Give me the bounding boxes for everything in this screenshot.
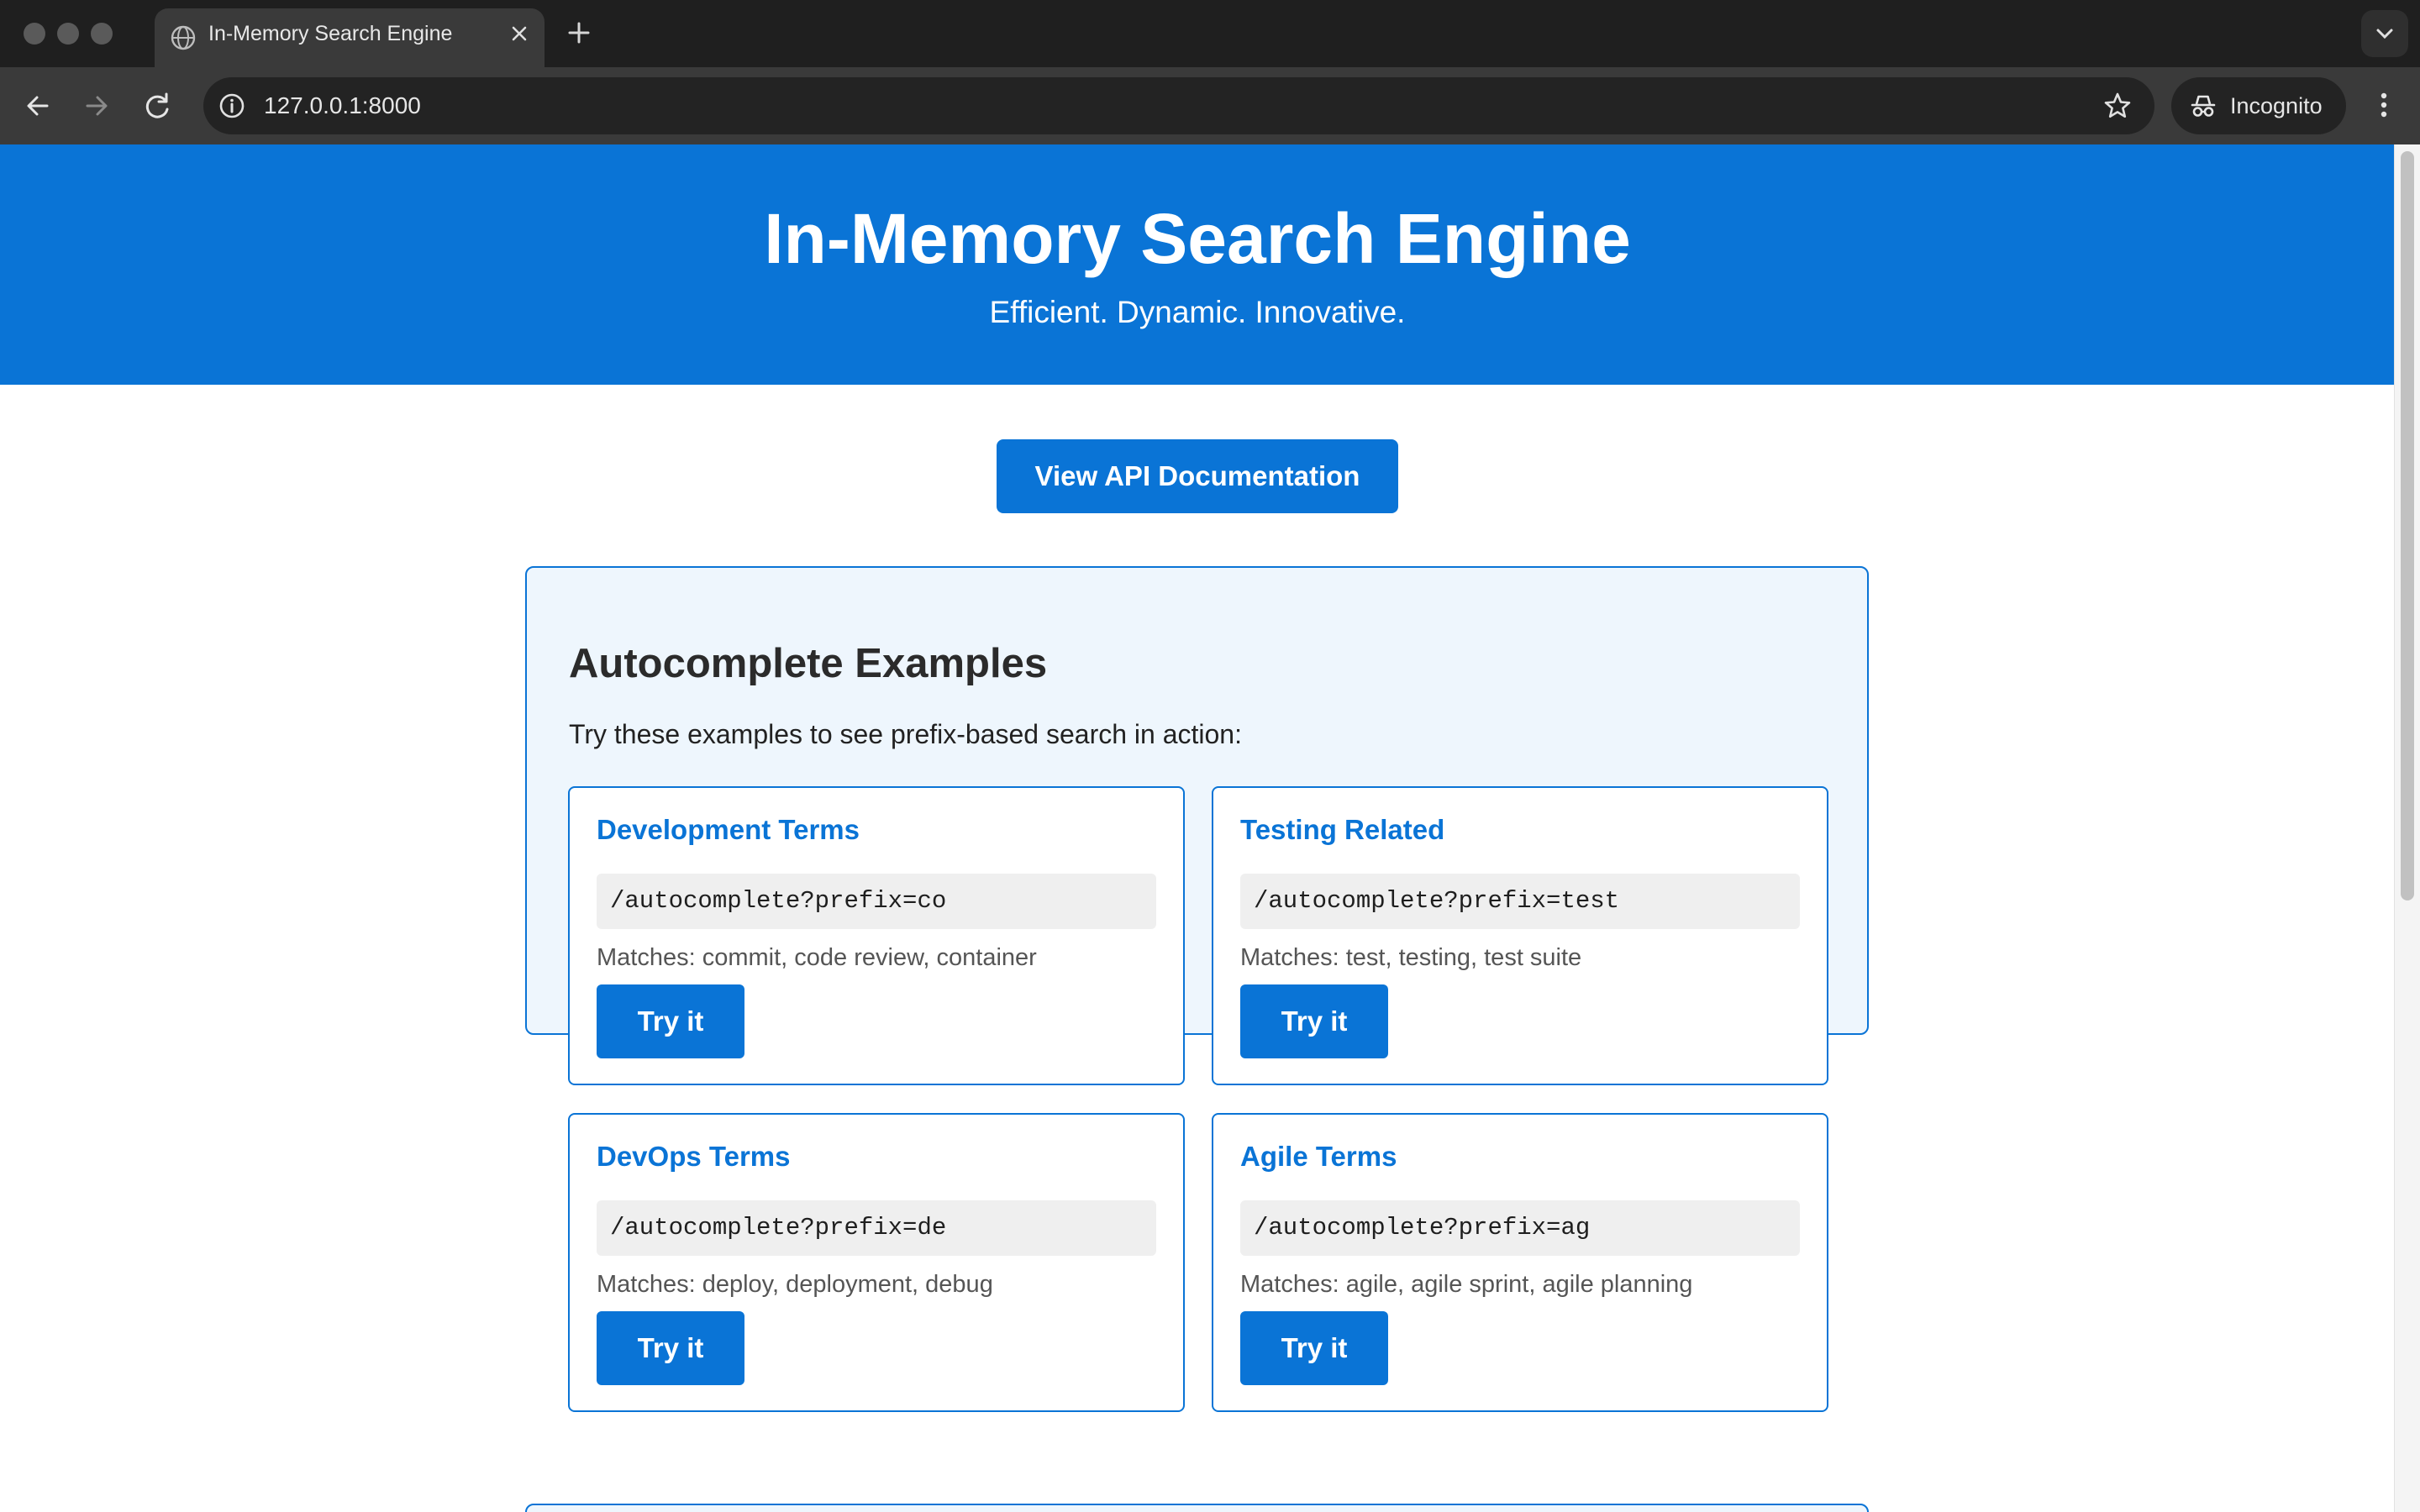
- url-text: 127.0.0.1:8000: [264, 92, 421, 118]
- browser-toolbar: 127.0.0.1:8000 Incognito: [0, 67, 2420, 144]
- scrollbar[interactable]: [2394, 144, 2420, 1512]
- star-icon[interactable]: [2101, 89, 2134, 123]
- try-it-button[interactable]: Try it: [1240, 984, 1388, 1058]
- incognito-badge[interactable]: Incognito: [2171, 77, 2346, 134]
- close-icon[interactable]: [508, 22, 531, 45]
- try-it-button[interactable]: Try it: [1240, 1311, 1388, 1385]
- try-it-button[interactable]: Try it: [597, 1311, 744, 1385]
- chevron-down-icon: [2376, 29, 2393, 39]
- matches-text: Matches: commit, code review, container: [597, 944, 1037, 971]
- card-title: DevOps Terms: [597, 1141, 791, 1172]
- autocomplete-examples-panel: Autocomplete Examples Try these examples…: [525, 566, 1869, 1412]
- card-title: Agile Terms: [1240, 1141, 1397, 1172]
- card-title: Testing Related: [1240, 814, 1445, 845]
- matches-text: Matches: deploy, deployment, debug: [597, 1271, 993, 1298]
- window-minimize-dot[interactable]: [57, 23, 79, 45]
- endpoint-code: /autocomplete?prefix=co: [597, 874, 1156, 929]
- endpoint-code: /autocomplete?prefix=de: [597, 1200, 1156, 1256]
- window-maximize-dot[interactable]: [91, 23, 113, 45]
- section-heading: Autocomplete Examples: [569, 641, 1048, 686]
- info-icon[interactable]: [215, 89, 249, 123]
- scrollbar-thumb[interactable]: [2401, 151, 2414, 900]
- browser-tab-strip: In-Memory Search Engine: [0, 0, 2420, 67]
- page-title: In-Memory Search Engine: [764, 199, 1631, 278]
- window-close-dot[interactable]: [24, 23, 45, 45]
- active-tab[interactable]: In-Memory Search Engine: [155, 8, 544, 67]
- card-title: Development Terms: [597, 814, 860, 845]
- address-bar[interactable]: 127.0.0.1:8000: [203, 77, 2154, 134]
- new-tab-plus-icon[interactable]: [565, 18, 593, 47]
- incognito-icon: [2191, 95, 2216, 117]
- example-card-development: Development Terms /autocomplete?prefix=c…: [568, 786, 1185, 1085]
- example-card-devops: DevOps Terms /autocomplete?prefix=de Mat…: [568, 1113, 1185, 1412]
- page-viewport: In-Memory Search Engine Efficient. Dynam…: [0, 144, 2420, 1512]
- incognito-label: Incognito: [2230, 93, 2323, 118]
- next-section-panel: [525, 1504, 1869, 1512]
- endpoint-code: /autocomplete?prefix=ag: [1240, 1200, 1800, 1256]
- matches-text: Matches: agile, agile sprint, agile plan…: [1240, 1271, 1693, 1298]
- section-intro: Try these examples to see prefix-based s…: [569, 719, 1242, 749]
- page-subtitle: Efficient. Dynamic. Innovative.: [989, 295, 1406, 329]
- example-card-testing: Testing Related /autocomplete?prefix=tes…: [1212, 786, 1828, 1085]
- globe-icon: [171, 25, 196, 50]
- try-it-button[interactable]: Try it: [597, 984, 744, 1058]
- arrow-right-icon[interactable]: [77, 87, 116, 125]
- tab-search-button[interactable]: [2361, 10, 2408, 57]
- matches-text: Matches: test, testing, test suite: [1240, 944, 1582, 971]
- reload-icon[interactable]: [138, 87, 176, 125]
- tab-title: In-Memory Search Engine: [208, 22, 453, 45]
- kebab-menu-icon[interactable]: [2365, 86, 2403, 124]
- arrow-left-icon[interactable]: [18, 87, 57, 125]
- example-card-agile: Agile Terms /autocomplete?prefix=ag Matc…: [1212, 1113, 1828, 1412]
- hero-banner: In-Memory Search Engine Efficient. Dynam…: [0, 144, 2395, 385]
- endpoint-code: /autocomplete?prefix=test: [1240, 874, 1800, 929]
- view-api-docs-button[interactable]: View API Documentation: [997, 439, 1398, 513]
